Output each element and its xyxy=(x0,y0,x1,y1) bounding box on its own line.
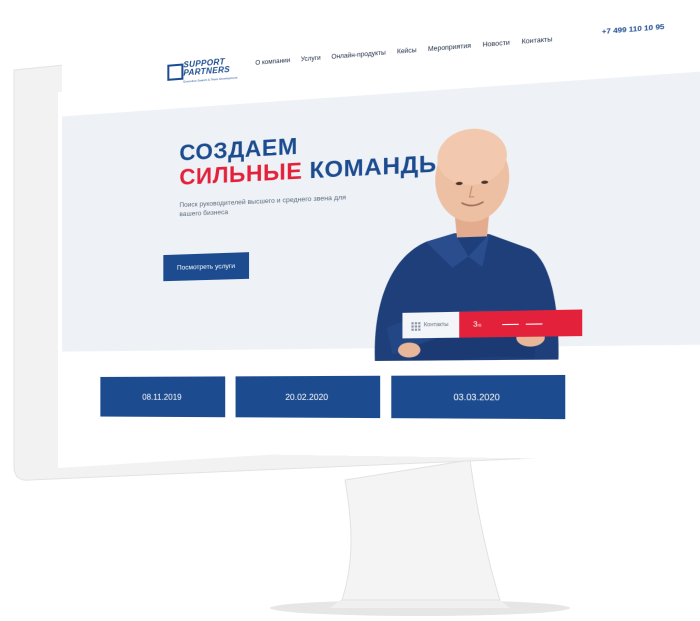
hero-subtitle: Поиск руководителей высшего и среднего з… xyxy=(179,194,347,219)
nav-about[interactable]: О компании xyxy=(255,58,290,67)
monitor: SUPPORT PARTNERS Executive Search & Team… xyxy=(0,0,700,621)
news-section: 08.11.2019 20.02.2020 03.03.2020 xyxy=(62,358,700,462)
nav-cases[interactable]: Кейсы xyxy=(397,48,417,56)
arrow-right-icon[interactable] xyxy=(526,322,543,325)
logo-wordmark: SUPPORT PARTNERS xyxy=(183,57,230,78)
contacts-tab[interactable]: Контакты xyxy=(402,311,460,339)
nav-online-products[interactable]: Онлайн-продукты xyxy=(331,50,385,61)
main-nav: О компании Услуги Онлайн-продукты Кейсы … xyxy=(255,37,552,67)
slider-controls: 3/6 xyxy=(459,309,583,338)
news-card[interactable]: 20.02.2020 xyxy=(235,375,381,419)
contacts-tab-label: Контакты xyxy=(423,321,449,329)
arrow-left-icon[interactable] xyxy=(502,323,519,325)
nav-news[interactable]: Новости xyxy=(483,40,510,49)
phone-link[interactable]: +7 499 110 10 95 xyxy=(602,23,665,36)
nav-contacts[interactable]: Контакты xyxy=(522,37,553,46)
slide-total: /6 xyxy=(477,321,482,328)
grid-icon xyxy=(411,321,421,331)
logo-square-icon xyxy=(167,63,184,81)
nav-events[interactable]: Мероприятия xyxy=(428,43,471,53)
website-screen: SUPPORT PARTNERS Executive Search & Team… xyxy=(62,0,700,462)
news-card[interactable]: 08.11.2019 xyxy=(100,376,226,418)
news-card[interactable]: 03.03.2020 xyxy=(391,374,566,420)
view-services-button[interactable]: Посмотреть услуги xyxy=(163,252,250,282)
logo[interactable]: SUPPORT PARTNERS Executive Search & Team… xyxy=(167,57,238,87)
slider-arrows xyxy=(502,322,543,325)
slide-counter: 3/6 xyxy=(473,321,481,329)
nav-services[interactable]: Услуги xyxy=(301,55,321,63)
